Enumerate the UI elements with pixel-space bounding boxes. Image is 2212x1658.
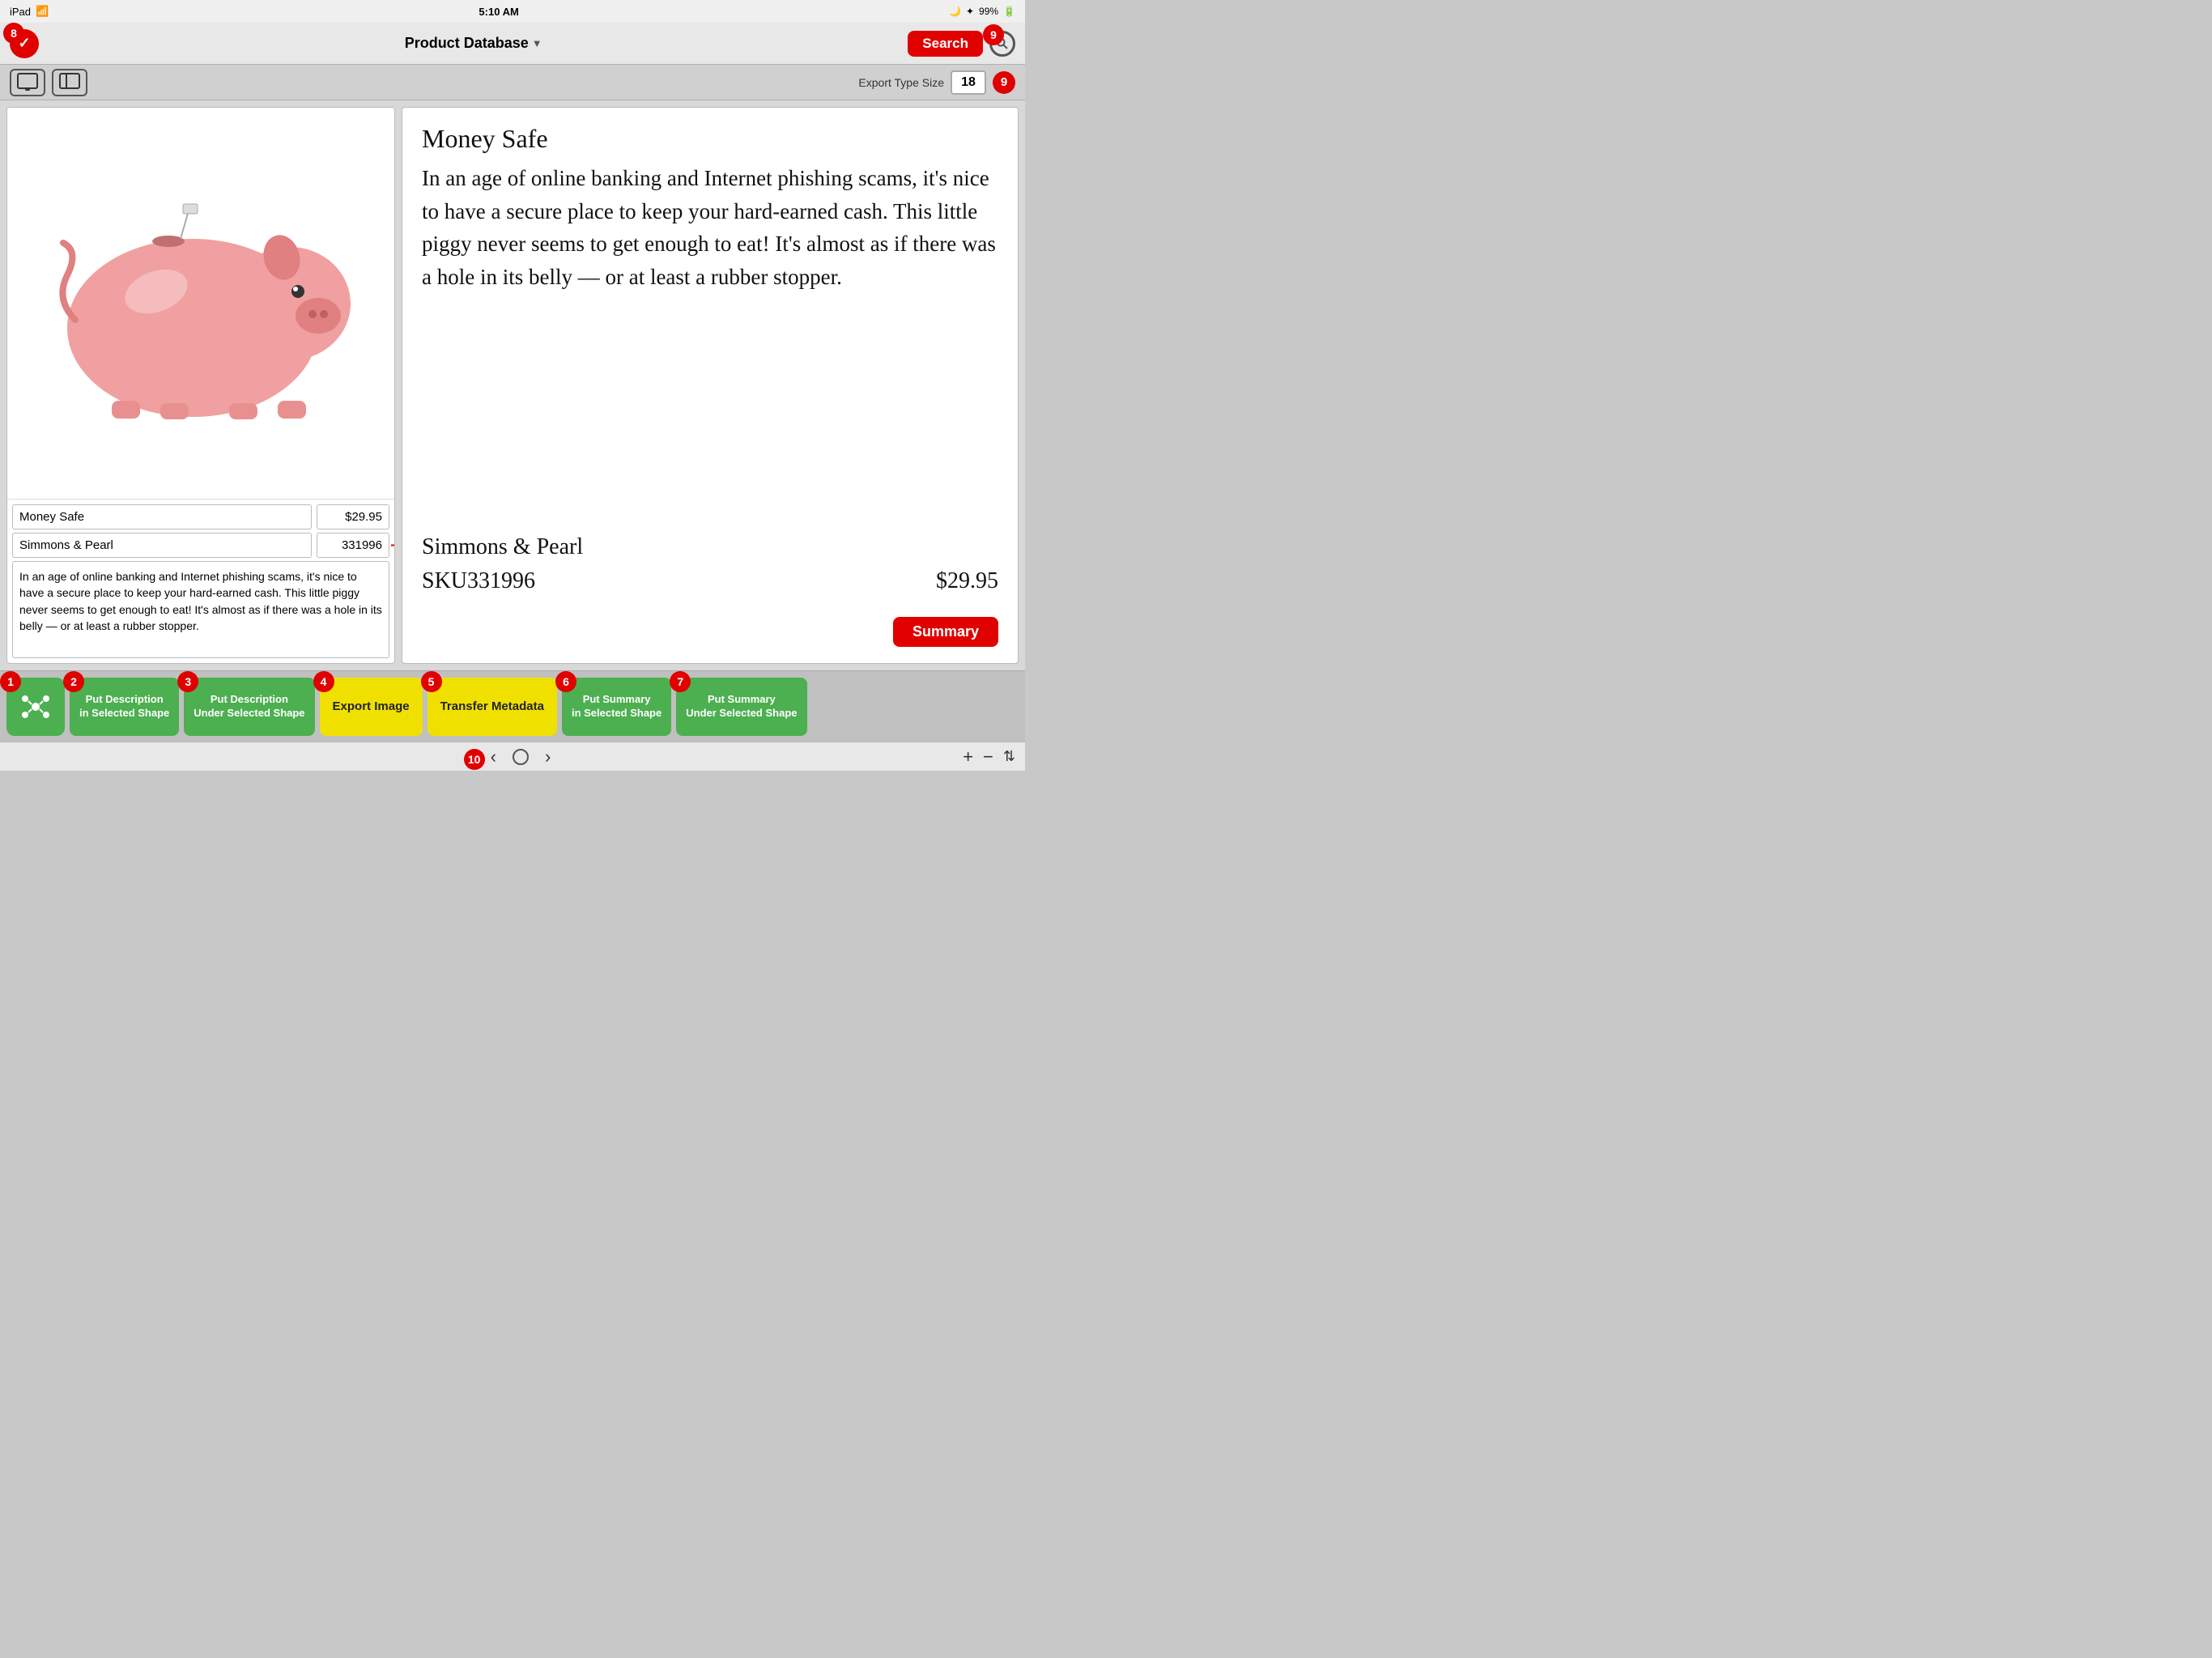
product-fields: Money Safe $29.95 Simmons & Pearl 331996… xyxy=(7,499,394,663)
badge-7: 7 xyxy=(670,671,691,692)
toolbar: Export Type Size 18 9 xyxy=(0,65,1025,100)
badge-3: 3 xyxy=(177,671,198,692)
nav-center-group: 10 ‹ › xyxy=(474,746,551,767)
summary-button[interactable]: Summary xyxy=(893,617,998,647)
badge-9: 9 xyxy=(983,24,1004,45)
product-image xyxy=(31,186,371,421)
badge-1: 1 xyxy=(0,671,21,692)
nav-bar: 8 ✓ Product Database ▼ Search 9 xyxy=(0,23,1025,65)
moon-icon: 🌙 xyxy=(949,6,961,17)
network-icon xyxy=(21,692,50,721)
product-sku-right: SKU331996 xyxy=(422,568,535,594)
description-row: In an age of online banking and Internet… xyxy=(12,561,389,658)
product-brand-field[interactable]: Simmons & Pearl xyxy=(12,533,312,558)
product-price-right: $29.95 xyxy=(936,568,998,594)
badge-6: 6 xyxy=(555,671,576,692)
search-label: Search xyxy=(922,36,968,52)
battery-label: 99% xyxy=(979,6,998,17)
export-image-button[interactable]: Export Image xyxy=(320,678,423,736)
status-right: 🌙 ✦ 99% 🔋 xyxy=(949,6,1015,17)
status-bar: iPad 📶 5:10 AM 🌙 ✦ 99% 🔋 xyxy=(0,0,1025,23)
home-circle[interactable] xyxy=(513,749,529,765)
brand-sku-row: Simmons & Pearl 331996 Unique ID (SKU) xyxy=(12,533,389,558)
sort-icon[interactable]: ⇅ xyxy=(1003,748,1015,765)
export-size-input[interactable]: 18 xyxy=(951,70,986,95)
product-price-field[interactable]: $29.95 xyxy=(317,504,389,529)
battery-icon: 🔋 xyxy=(1003,6,1015,17)
btn1-wrapper: 1 xyxy=(6,678,65,736)
product-sku-field[interactable]: 331996 xyxy=(317,533,389,558)
badge-4: 4 xyxy=(313,671,334,692)
bluetooth-icon: ✦ xyxy=(966,6,974,17)
left-panel: Money Safe $29.95 Simmons & Pearl 331996… xyxy=(6,107,395,664)
btn6-wrapper: 6 Put Summary in Selected Shape xyxy=(562,678,671,736)
btn3-wrapper: 3 Put Description Under Selected Shape xyxy=(184,678,314,736)
product-description-right: In an age of online banking and Internet… xyxy=(422,162,998,526)
badge-8: 8 xyxy=(3,23,24,44)
summary-section: Summary xyxy=(422,609,998,647)
name-price-row: Money Safe $29.95 xyxy=(12,504,389,529)
badge-5: 5 xyxy=(421,671,442,692)
put-description-under-button[interactable]: Put Description Under Selected Shape xyxy=(184,678,314,736)
main-content: Money Safe $29.95 Simmons & Pearl 331996… xyxy=(0,100,1025,670)
product-brand-right: Simmons & Pearl xyxy=(422,534,998,560)
product-image-container xyxy=(7,108,394,499)
status-left: iPad 📶 xyxy=(10,5,49,18)
badge-2: 2 xyxy=(63,671,84,692)
btn5-wrapper: 5 Transfer Metadata xyxy=(428,678,557,736)
device-label: iPad xyxy=(10,6,31,18)
product-description-field[interactable]: In an age of online banking and Internet… xyxy=(12,561,389,658)
sku-price-row: SKU331996 $29.95 xyxy=(422,568,998,594)
ipad-icon xyxy=(16,73,39,92)
put-description-in-button[interactable]: Put Description in Selected Shape xyxy=(70,678,179,736)
btn2-wrapper: 2 Put Description in Selected Shape xyxy=(70,678,179,736)
product-name-field[interactable]: Money Safe xyxy=(12,504,312,529)
add-button[interactable]: + xyxy=(963,746,973,767)
remove-button[interactable]: − xyxy=(983,746,993,767)
unique-id-annotation: Unique ID (SKU) xyxy=(391,535,395,555)
nav-title-dropdown[interactable]: Product Database ▼ xyxy=(405,35,542,52)
export-type-label: Export Type Size xyxy=(858,76,944,89)
ipad-view-button[interactable] xyxy=(10,69,45,96)
prev-button[interactable]: ‹ xyxy=(491,746,496,767)
nav-right: Search 9 xyxy=(908,31,1015,57)
btn4-wrapper: 4 Export Image xyxy=(320,678,423,736)
sidebar-view-button[interactable] xyxy=(52,69,87,96)
transfer-metadata-button[interactable]: Transfer Metadata xyxy=(428,678,557,736)
bottom-toolbar: 1 2 Put Description in Selected Shape 3 … xyxy=(0,670,1025,742)
app-title: Product Database xyxy=(405,35,529,52)
sidebar-icon xyxy=(58,73,81,92)
badge-9-toolbar: 9 xyxy=(993,71,1015,94)
nav-left: 8 ✓ xyxy=(10,29,39,58)
badge8-wrapper: 8 ✓ xyxy=(10,29,39,58)
right-panel: Money Safe In an age of online banking a… xyxy=(402,107,1019,664)
next-button[interactable]: › xyxy=(545,746,551,767)
badge-10: 10 xyxy=(464,749,485,770)
bottom-right-controls: + − ⇅ xyxy=(963,746,1015,767)
dropdown-arrow-icon: ▼ xyxy=(532,37,542,49)
bottom-nav: 10 ‹ › + − ⇅ xyxy=(0,742,1025,771)
btn7-wrapper: 7 Put Summary Under Selected Shape xyxy=(676,678,806,736)
badge9-wrapper: 9 xyxy=(989,31,1015,57)
search-button[interactable]: Search xyxy=(908,31,983,57)
put-summary-under-button[interactable]: Put Summary Under Selected Shape xyxy=(676,678,806,736)
put-summary-in-button[interactable]: Put Summary in Selected Shape xyxy=(562,678,671,736)
wifi-icon: 📶 xyxy=(36,5,49,18)
status-time: 5:10 AM xyxy=(479,6,518,18)
product-title-right: Money Safe xyxy=(422,124,998,154)
